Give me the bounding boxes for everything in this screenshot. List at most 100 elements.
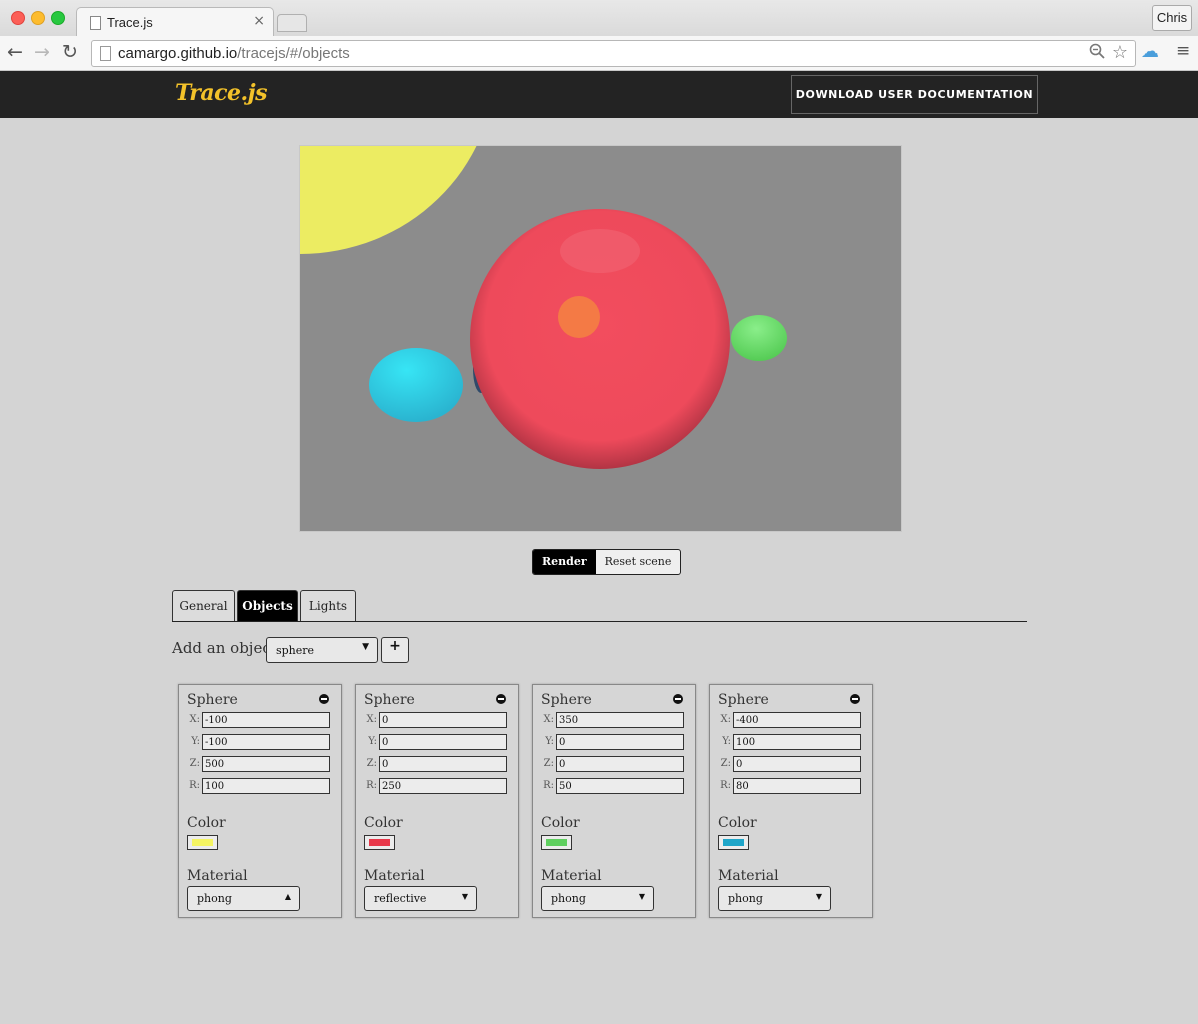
material-label: Material [541,868,602,884]
x-field: X: -400 [719,712,863,730]
z-label: Z: [720,758,731,769]
color-label: Color [718,815,757,831]
color-picker[interactable] [718,835,749,850]
y-input[interactable]: 100 [733,734,861,750]
r-input[interactable]: 80 [733,778,861,794]
y-field: Y: -100 [188,734,332,752]
material-select[interactable]: phong ▲ [187,886,300,911]
render-canvas[interactable] [299,145,902,532]
object-card: Sphere X: 0 Y: 0 Z: 0 R: 250 Color Material … [355,684,519,918]
close-tab-icon[interactable]: × [253,13,265,29]
material-label: Material [364,868,425,884]
y-field: Y: 0 [365,734,509,752]
new-tab-button[interactable] [277,14,307,32]
back-icon[interactable]: ← [7,41,23,63]
y-label: Y: [368,736,377,747]
browser-tabstrip: Trace.js × Chris [0,0,1198,37]
tab-objects[interactable]: Objects [237,590,298,621]
tabs-divider [172,621,1027,622]
z-input[interactable]: 500 [202,756,330,772]
url-host: camargo.github.io [118,45,238,62]
z-field: Z: 0 [719,756,863,774]
x-input[interactable]: 350 [556,712,684,728]
material-select[interactable]: reflective ▼ [364,886,477,911]
menu-icon[interactable]: ≡ [1176,41,1190,61]
r-input[interactable]: 250 [379,778,507,794]
x-label: X: [366,714,378,725]
color-swatch [546,839,567,846]
download-documentation-button[interactable]: DOWNLOAD USER DOCUMENTATION [791,75,1038,114]
material-select[interactable]: phong ▼ [541,886,654,911]
material-value: phong [197,892,232,905]
chevron-down-icon: ▼ [362,642,369,652]
y-input[interactable]: 0 [379,734,507,750]
r-field: R: 50 [542,778,686,796]
tab-lights[interactable]: Lights [300,590,356,621]
x-field: X: -100 [188,712,332,730]
object-card: Sphere X: 350 Y: 0 Z: 0 R: 50 Color Material… [532,684,696,918]
object-type-select[interactable]: sphere ▼ [266,637,378,663]
object-type-value: sphere [276,644,315,657]
material-select[interactable]: phong ▼ [718,886,831,911]
orange-reflection [558,296,600,338]
color-swatch [192,839,213,846]
object-card: Sphere X: -100 Y: -100 Z: 500 R: 100 Color M… [178,684,342,918]
y-label: Y: [722,736,731,747]
profile-button[interactable]: Chris [1152,5,1192,31]
site-header: Trace.js DOWNLOAD USER DOCUMENTATION [0,71,1198,118]
render-controls: Render Reset scene [532,549,682,575]
add-object-button[interactable]: + [381,637,409,663]
render-button[interactable]: Render [533,550,596,574]
color-picker[interactable] [541,835,572,850]
remove-object-icon[interactable] [850,694,860,704]
chevron-down-icon: ▼ [638,892,645,901]
z-label: Z: [543,758,554,769]
object-card: Sphere X: -400 Y: 100 Z: 0 R: 80 Color Mater… [709,684,873,918]
reload-icon[interactable]: ↻ [62,41,78,63]
forward-icon[interactable]: → [34,41,50,63]
bookmark-star-icon[interactable]: ☆ [1112,42,1128,63]
x-label: X: [543,714,555,725]
reset-scene-button[interactable]: Reset scene [596,550,681,574]
logo[interactable]: Trace.js [175,80,268,106]
close-window-button[interactable] [11,11,25,25]
z-input[interactable]: 0 [379,756,507,772]
remove-object-icon[interactable] [496,694,506,704]
object-title: Sphere [541,692,592,708]
z-field: Z: 0 [542,756,686,774]
minimize-window-button[interactable] [31,11,45,25]
zoom-window-button[interactable] [51,11,65,25]
tab-general[interactable]: General [172,590,235,621]
y-input[interactable]: 0 [556,734,684,750]
z-input[interactable]: 0 [556,756,684,772]
r-input[interactable]: 100 [202,778,330,794]
url-text[interactable]: camargo.github.io/tracejs/#/objects [118,45,350,62]
yellow-sphere [300,146,477,254]
browser-tab[interactable]: Trace.js × [76,7,274,37]
cyan-sphere [369,348,463,422]
x-input[interactable]: -100 [202,712,330,728]
y-field: Y: 0 [542,734,686,752]
z-label: Z: [189,758,200,769]
r-field: R: 80 [719,778,863,796]
z-field: Z: 0 [365,756,509,774]
zoom-icon[interactable] [1089,43,1105,63]
address-bar[interactable]: camargo.github.io/tracejs/#/objects ☆ [91,40,1136,67]
material-value: reflective [374,892,427,905]
cloud-icon[interactable]: ☁ [1141,41,1159,62]
highlight [560,229,640,273]
x-field: X: 350 [542,712,686,730]
r-field: R: 100 [188,778,332,796]
remove-object-icon[interactable] [319,694,329,704]
browser-toolbar: ← → ↻ camargo.github.io/tracejs/#/object… [0,36,1198,71]
x-input[interactable]: -400 [733,712,861,728]
color-picker[interactable] [187,835,218,850]
z-input[interactable]: 0 [733,756,861,772]
z-field: Z: 500 [188,756,332,774]
r-input[interactable]: 50 [556,778,684,794]
y-input[interactable]: -100 [202,734,330,750]
color-picker[interactable] [364,835,395,850]
x-input[interactable]: 0 [379,712,507,728]
remove-object-icon[interactable] [673,694,683,704]
object-title: Sphere [364,692,415,708]
